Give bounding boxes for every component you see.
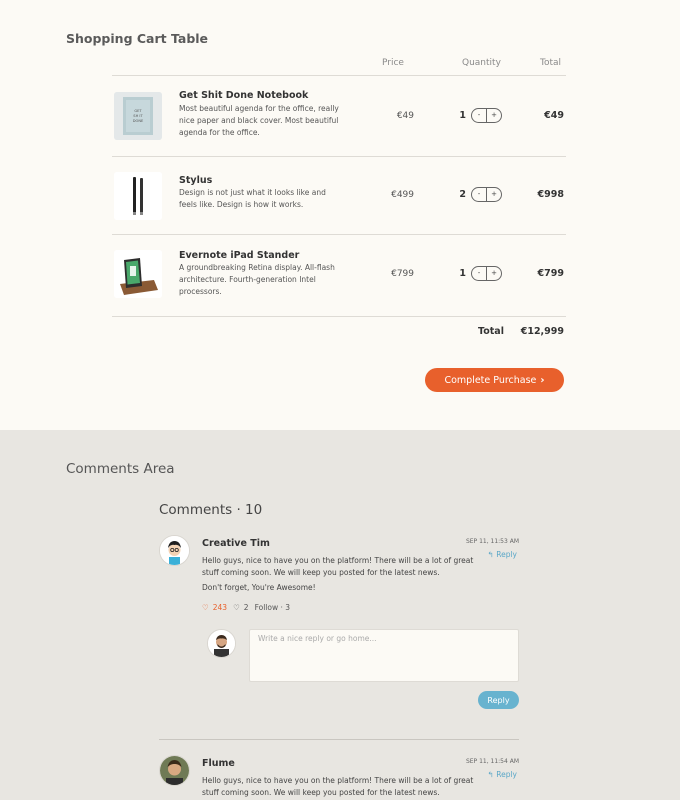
product-description: A groundbreaking Retina display. All-fla… <box>179 263 335 296</box>
comment-item: Creative Tim SEP 11, 11:53 AM ↰ Reply He… <box>159 535 519 620</box>
product-quantity: 2 <box>459 189 466 200</box>
product-name: Evernote iPad Stander <box>179 250 300 261</box>
follow-link[interactable]: Follow · 3 <box>255 603 290 612</box>
comment-author: Flume <box>202 758 235 769</box>
product-thumbnail-stylus <box>114 172 162 220</box>
increase-quantity-button[interactable]: + <box>487 267 501 280</box>
quantity-header: Quantity <box>462 58 501 68</box>
cart-total-value: €12,999 <box>520 326 564 337</box>
comment-actions: ♡ 243 ♡ 2 Follow · 3 <box>202 603 290 612</box>
like-button[interactable]: ♡ 243 <box>202 603 227 612</box>
product-price: €49 <box>396 111 414 121</box>
comment-date: SEP 11, 11:53 AM <box>465 538 519 545</box>
comment-item: Flume SEP 11, 11:54 AM ↰ Reply Hello guy… <box>159 755 519 800</box>
product-quantity: 1 <box>459 110 466 121</box>
quantity-stepper: - + <box>471 187 502 202</box>
comment-reply-link[interactable]: ↰ Reply <box>488 770 517 779</box>
product-thumbnail-ipad-stander <box>114 250 162 298</box>
chevron-right-icon: › <box>540 374 545 386</box>
total-header: Total <box>540 58 562 68</box>
love-button[interactable]: ♡ 2 <box>233 603 249 612</box>
reply-textarea[interactable] <box>249 629 519 682</box>
table-row: Evernote iPad Stander A groundbreaking R… <box>112 235 566 315</box>
comment-reply-label: Reply <box>496 770 517 779</box>
heart-icon: ♡ <box>202 603 209 612</box>
comment-reply-label: Reply <box>496 550 517 559</box>
comment-reply-link[interactable]: ↰ Reply <box>488 550 517 559</box>
comment-text: Hello guys, nice to have you on the plat… <box>202 556 474 577</box>
cart-title: Shopping Cart Table <box>66 31 209 46</box>
avatar <box>207 629 236 658</box>
table-row: Stylus Design is not just what it looks … <box>112 157 566 234</box>
decrease-quantity-button[interactable]: - <box>472 267 487 280</box>
reply-arrow-icon: ↰ <box>487 550 494 559</box>
comments-header: Comments · 10 <box>159 502 263 518</box>
product-price: €499 <box>391 190 414 200</box>
product-total: €799 <box>537 268 564 279</box>
decrease-quantity-button[interactable]: - <box>472 109 487 122</box>
reply-arrow-icon: ↰ <box>487 770 494 779</box>
price-header: Price <box>382 58 404 68</box>
heart-outline-icon: ♡ <box>233 603 240 612</box>
comments-area-title: Comments Area <box>66 461 175 477</box>
table-row: GET SH IT DONE Get Shit Done Notebook Mo… <box>112 76 566 156</box>
complete-purchase-label: Complete Purchase <box>444 374 537 386</box>
increase-quantity-button[interactable]: + <box>487 109 501 122</box>
product-description: Design is not just what it looks like an… <box>179 188 326 209</box>
product-name: Stylus <box>179 175 213 186</box>
product-quantity: 1 <box>459 268 466 279</box>
increase-quantity-button[interactable]: + <box>487 188 501 201</box>
product-total: €998 <box>537 189 564 200</box>
reply-submit-button[interactable]: Reply <box>478 691 519 709</box>
svg-text:SH IT: SH IT <box>133 114 143 118</box>
cart-section: Shopping Cart Table Price Quantity Total… <box>0 0 680 430</box>
comment-divider <box>159 739 519 740</box>
comment-text: Don't forget, You're Awesome! <box>202 583 316 592</box>
table-divider <box>112 316 566 317</box>
product-description: Most beautiful agenda for the office, re… <box>179 104 339 137</box>
svg-text:DONE: DONE <box>133 119 144 123</box>
quantity-stepper: - + <box>471 266 502 281</box>
avatar <box>159 755 190 786</box>
comment-date: SEP 11, 11:54 AM <box>465 758 519 765</box>
love-count: 2 <box>243 603 249 612</box>
comment-author: Creative Tim <box>202 538 270 549</box>
complete-purchase-button[interactable]: Complete Purchase › <box>425 368 564 392</box>
quantity-stepper: - + <box>471 108 502 123</box>
decrease-quantity-button[interactable]: - <box>472 188 487 201</box>
product-total: €49 <box>544 110 564 121</box>
cart-total-label: Total <box>478 326 504 337</box>
comment-text: Hello guys, nice to have you on the plat… <box>202 776 474 797</box>
product-name: Get Shit Done Notebook <box>179 90 309 101</box>
like-count: 243 <box>212 603 228 612</box>
product-thumbnail-notebook: GET SH IT DONE <box>114 92 162 140</box>
svg-text:GET: GET <box>134 109 142 113</box>
avatar <box>159 535 190 566</box>
product-price: €799 <box>391 269 414 279</box>
